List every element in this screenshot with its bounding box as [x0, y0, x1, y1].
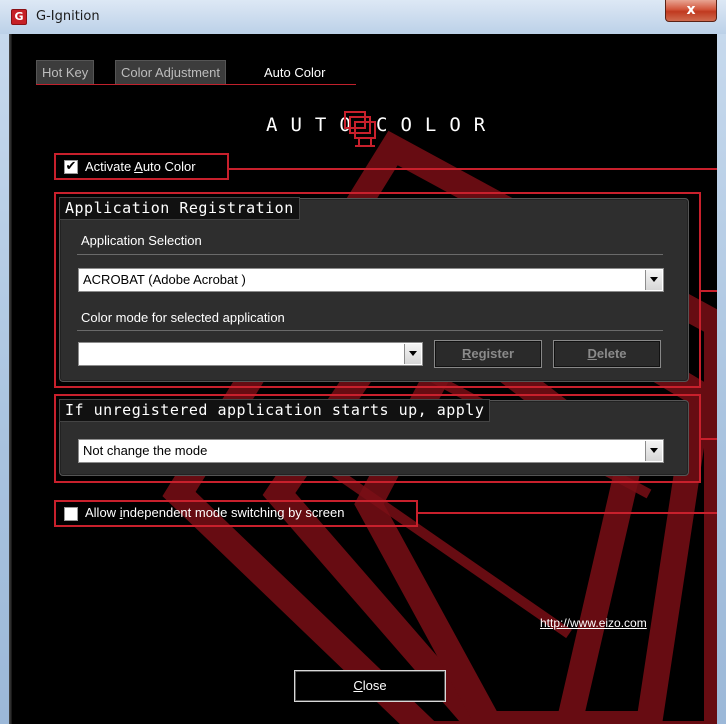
tab-hot-key[interactable]: Hot Key [36, 60, 95, 85]
eizo-website-link[interactable]: http://www.eizo.com [540, 616, 647, 630]
heading-text-right: COLOR [376, 114, 499, 136]
independent-mode-checkbox[interactable] [64, 507, 78, 521]
chevron-down-icon[interactable] [645, 270, 662, 290]
unregistered-mode-dropdown[interactable]: Not change the mode [78, 439, 664, 463]
unregistered-title: If unregistered application starts up, a… [59, 399, 491, 422]
application-selection-dropdown[interactable]: ACROBAT (Adobe Acrobat ) [78, 268, 664, 292]
chevron-down-icon[interactable] [645, 441, 662, 461]
tab-auto-color[interactable]: Auto Color [258, 60, 332, 85]
window-close-button[interactable]: x [665, 0, 717, 22]
separator [77, 254, 663, 255]
title-bar[interactable]: G G-Ignition x [0, 0, 726, 34]
independent-callout-line [418, 512, 717, 514]
app-registration-callout-line [701, 290, 717, 292]
application-selection-label: Application Selection [81, 233, 202, 248]
client-area: Hot Key Color Adjustment Auto Color AUTO… [9, 34, 717, 724]
unregistered-callout-line [701, 438, 717, 440]
auto-color-logo-icon [344, 111, 376, 147]
tab-color-adjustment[interactable]: Color Adjustment [115, 60, 226, 85]
app-icon: G [11, 9, 27, 25]
window-title: G-Ignition [36, 9, 100, 24]
window-frame: G G-Ignition x Hot Key Color Adjustment … [0, 0, 726, 724]
color-mode-dropdown[interactable] [78, 342, 423, 366]
application-selection-value: ACROBAT (Adobe Acrobat ) [83, 272, 246, 287]
page-heading: AUTO COLOR [266, 111, 486, 154]
color-mode-label: Color mode for selected application [81, 310, 285, 325]
independent-mode-label[interactable]: Allow independent mode switching by scre… [85, 505, 344, 520]
separator [77, 330, 663, 331]
app-registration-title: Application Registration [59, 197, 300, 220]
activate-auto-color-label[interactable]: Activate Auto Color [85, 159, 196, 174]
chevron-down-icon[interactable] [404, 344, 421, 364]
activate-callout-line [229, 168, 717, 170]
unregistered-mode-value: Not change the mode [83, 443, 208, 458]
close-button[interactable]: Close [294, 670, 446, 702]
delete-button[interactable]: Delete [553, 340, 661, 368]
register-button[interactable]: Register [434, 340, 542, 368]
activate-auto-color-checkbox[interactable]: ✔ [64, 160, 78, 174]
tab-underline [36, 84, 356, 85]
